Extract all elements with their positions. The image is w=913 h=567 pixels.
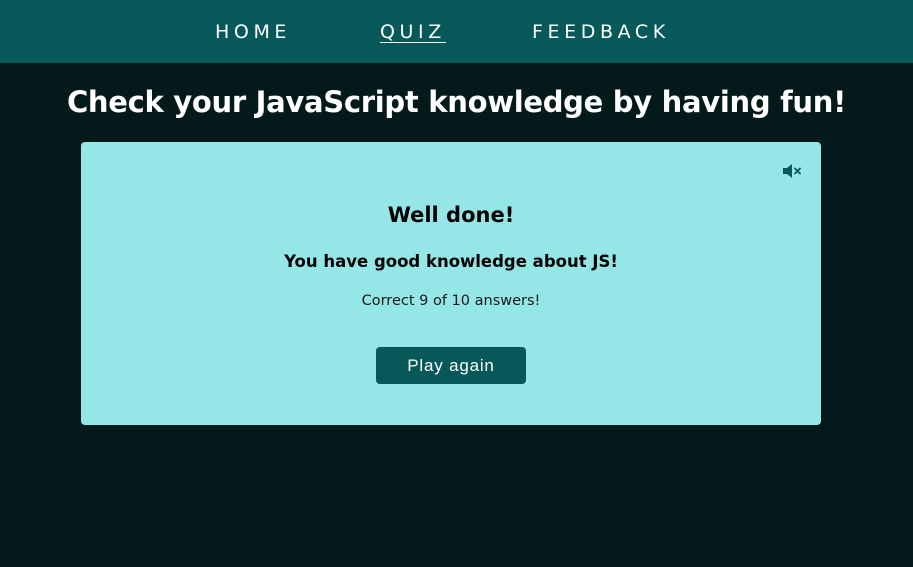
nav-link-quiz[interactable]: QUIZ [380,19,446,45]
page-title: Check your JavaScript knowledge by havin… [66,85,847,119]
sound-muted-icon[interactable] [781,162,803,180]
quiz-result-card: Well done! You have good knowledge about… [81,142,821,425]
result-message: You have good knowledge about JS! [284,252,618,271]
play-again-button[interactable]: Play again [376,347,526,384]
result-heading: Well done! [387,203,515,227]
score-summary: Correct 9 of 10 answers! [361,293,541,309]
nav-link-home[interactable]: HOME [215,19,291,45]
top-navbar: HOME QUIZ FEEDBACK [0,0,913,63]
nav-link-feedback[interactable]: FEEDBACK [532,19,670,45]
